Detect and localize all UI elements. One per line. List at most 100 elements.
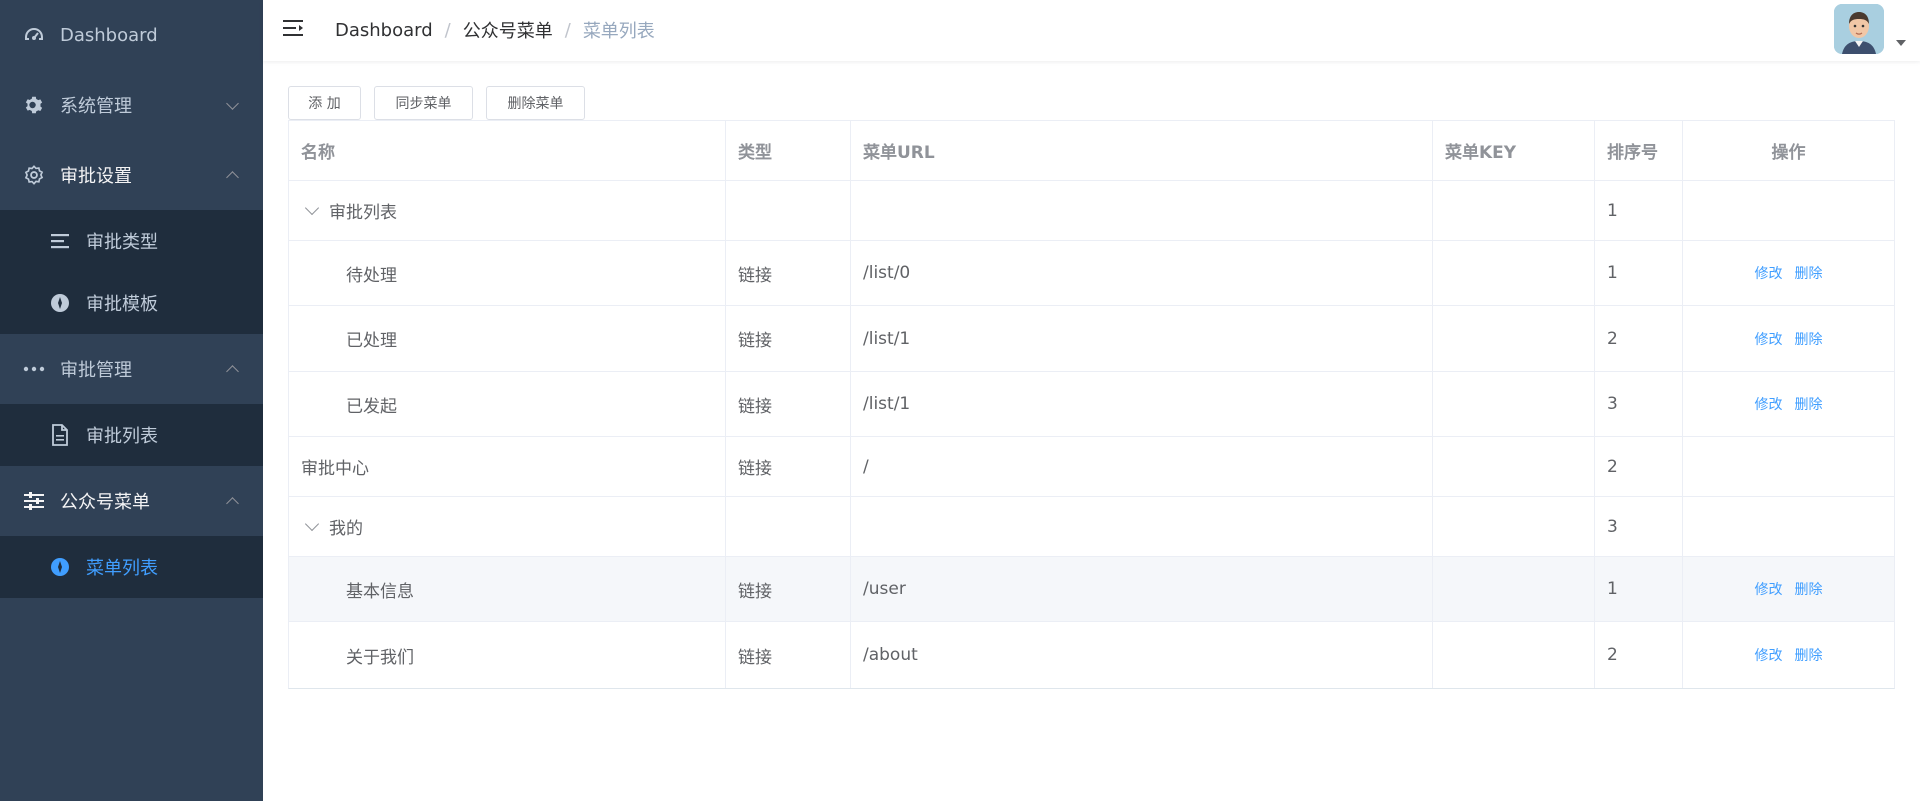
table-row: 已处理 链接 /list/1 2 修改 删除 — [289, 306, 1894, 372]
type-cell: 链接 — [726, 241, 851, 305]
menu-name: 关于我们 — [346, 647, 414, 668]
actions-cell: 修改 删除 — [1683, 306, 1894, 371]
sort-cell: 2 — [1595, 622, 1683, 688]
url-cell: /list/0 — [851, 241, 1433, 305]
delete-link[interactable]: 删除 — [1795, 394, 1823, 414]
delete-link[interactable]: 删除 — [1795, 263, 1823, 283]
sliders-icon — [22, 489, 46, 513]
sidebar-item-label: 审批模板 — [86, 294, 158, 315]
column-header-name: 名称 — [289, 121, 726, 180]
breadcrumb-item-wechat-menu[interactable]: 公众号菜单 — [463, 17, 553, 43]
compass-icon — [48, 555, 72, 579]
sidebar-item-label: 审批管理 — [60, 360, 132, 381]
gear-icon — [22, 93, 46, 117]
sidebar-item-system[interactable]: 系统管理 — [0, 70, 263, 140]
hamburger-icon[interactable] — [283, 18, 305, 38]
sidebar-item-label: 公众号菜单 — [60, 492, 150, 513]
url-cell: /list/1 — [851, 372, 1433, 436]
column-header-key: 菜单KEY — [1433, 121, 1595, 180]
table-header-row: 名称 类型 菜单URL 菜单KEY 排序号 操作 — [289, 121, 1894, 181]
edit-link[interactable]: 修改 — [1755, 645, 1783, 665]
type-cell: 链接 — [726, 372, 851, 436]
delete-link[interactable]: 删除 — [1795, 329, 1823, 349]
column-header-url: 菜单URL — [851, 121, 1433, 180]
type-cell: 链接 — [726, 622, 851, 688]
name-cell: 审批列表 — [289, 181, 726, 240]
sidebar-item-dashboard[interactable]: Dashboard — [0, 0, 263, 70]
url-cell: /list/1 — [851, 306, 1433, 371]
sync-menu-button[interactable]: 同步菜单 — [374, 86, 473, 120]
expand-icon[interactable] — [304, 516, 320, 532]
actions-cell — [1683, 497, 1894, 556]
url-cell: / — [851, 437, 1433, 496]
sidebar-item-approval-templates[interactable]: 审批模板 — [0, 272, 263, 334]
key-cell — [1433, 622, 1595, 688]
table-row: 待处理 链接 /list/0 1 修改 删除 — [289, 241, 1894, 306]
key-cell — [1433, 557, 1595, 621]
edit-link[interactable]: 修改 — [1755, 579, 1783, 599]
table-row: 关于我们 链接 /about 2 修改 删除 — [289, 622, 1894, 688]
name-cell: 已处理 — [289, 306, 726, 371]
avatar[interactable] — [1834, 4, 1884, 54]
menu-name: 基本信息 — [346, 581, 414, 602]
edit-link[interactable]: 修改 — [1755, 394, 1783, 414]
chevron-down-icon — [226, 97, 239, 110]
table-row: 基本信息 链接 /user 1 修改 删除 — [289, 557, 1894, 622]
delete-link[interactable]: 删除 — [1795, 579, 1823, 599]
table-row: 审批列表 1 — [289, 181, 1894, 241]
sidebar-item-label: 审批类型 — [86, 232, 158, 253]
sidebar-item-approval-types[interactable]: 审批类型 — [0, 210, 263, 272]
compass-icon — [48, 291, 72, 315]
column-header-type: 类型 — [726, 121, 851, 180]
name-cell: 我的 — [289, 497, 726, 556]
sort-cell: 1 — [1595, 241, 1683, 305]
sidebar-item-label: 审批设置 — [60, 166, 132, 187]
edit-link[interactable]: 修改 — [1755, 263, 1783, 283]
sidebar-item-wechat-menu[interactable]: 公众号菜单 — [0, 466, 263, 536]
breadcrumb-item-dashboard[interactable]: Dashboard — [335, 20, 433, 41]
type-cell: 链接 — [726, 437, 851, 496]
chevron-up-icon — [226, 365, 239, 378]
expand-icon[interactable] — [304, 200, 320, 216]
settings-icon — [22, 163, 46, 187]
edit-link[interactable]: 修改 — [1755, 329, 1783, 349]
sidebar-item-menu-list[interactable]: 菜单列表 — [0, 536, 263, 598]
sidebar-item-approval-settings[interactable]: 审批设置 — [0, 140, 263, 210]
sidebar-item-approval-management[interactable]: 审批管理 — [0, 334, 263, 404]
sidebar: Dashboard 系统管理 审批设置 审批类型 审批模板 审批管理 审批列表 … — [0, 0, 263, 801]
document-icon — [48, 423, 72, 447]
type-cell: 链接 — [726, 306, 851, 371]
dashboard-icon — [22, 23, 46, 47]
chevron-up-icon — [226, 171, 239, 184]
name-cell: 待处理 — [289, 241, 726, 305]
sidebar-item-label: 系统管理 — [60, 96, 132, 117]
sidebar-item-label: Dashboard — [60, 24, 158, 46]
url-cell — [851, 181, 1433, 240]
add-button[interactable]: 添 加 — [288, 86, 361, 120]
menu-table: 名称 类型 菜单URL 菜单KEY 排序号 操作 审批列表 1 待处理 链接 /… — [288, 120, 1895, 689]
delete-menu-button[interactable]: 删除菜单 — [486, 86, 585, 120]
sidebar-item-approval-list[interactable]: 审批列表 — [0, 404, 263, 466]
actions-cell: 修改 删除 — [1683, 622, 1894, 688]
more-icon — [22, 357, 46, 381]
type-cell — [726, 181, 851, 240]
menu-name: 审批中心 — [301, 459, 369, 479]
actions-cell: 修改 删除 — [1683, 372, 1894, 436]
name-cell: 审批中心 — [289, 437, 726, 496]
table-row: 我的 3 — [289, 497, 1894, 557]
menu-name: 审批列表 — [329, 203, 397, 223]
delete-link[interactable]: 删除 — [1795, 645, 1823, 665]
sort-cell: 1 — [1595, 181, 1683, 240]
column-header-sort: 排序号 — [1595, 121, 1683, 180]
key-cell — [1433, 241, 1595, 305]
breadcrumb: Dashboard / 公众号菜单 / 菜单列表 — [335, 17, 655, 43]
table-row: 已发起 链接 /list/1 3 修改 删除 — [289, 372, 1894, 437]
sort-cell: 3 — [1595, 372, 1683, 436]
list-icon — [48, 229, 72, 253]
sidebar-item-label: 菜单列表 — [86, 558, 158, 579]
sort-cell: 1 — [1595, 557, 1683, 621]
top-navbar: Dashboard / 公众号菜单 / 菜单列表 — [263, 0, 1920, 61]
sort-cell: 3 — [1595, 497, 1683, 556]
caret-down-icon[interactable] — [1896, 40, 1906, 46]
name-cell: 已发起 — [289, 372, 726, 436]
